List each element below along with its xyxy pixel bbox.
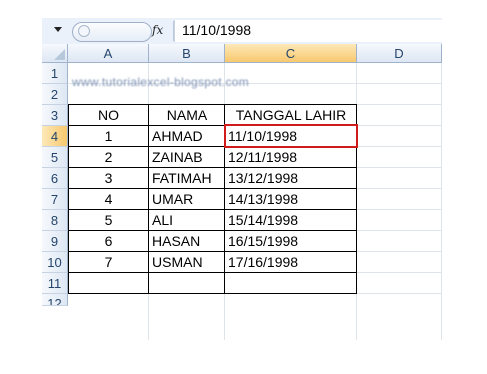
gridline (357, 230, 442, 231)
cell-a3[interactable]: NO (68, 105, 149, 126)
row-header-6[interactable]: 6 (42, 168, 68, 189)
cell-a8[interactable]: 5 (68, 210, 149, 231)
cell-a6[interactable]: 3 (68, 168, 149, 189)
cell-a5[interactable]: 2 (68, 147, 149, 168)
gridline (357, 209, 442, 210)
cell-c9[interactable]: 16/15/1998 (225, 231, 357, 252)
cell-b10[interactable]: USMAN (149, 252, 225, 273)
row-header-9[interactable]: 9 (42, 231, 68, 252)
cell-b5[interactable]: ZAINAB (149, 147, 225, 168)
cell-b9[interactable]: HASAN (149, 231, 225, 252)
gridline (357, 146, 442, 147)
cell-c6[interactable]: 13/12/1998 (225, 168, 357, 189)
row-header-5[interactable]: 5 (42, 147, 68, 168)
cell-a9[interactable]: 6 (68, 231, 149, 252)
cell-b8[interactable]: ALI (149, 210, 225, 231)
gridline (357, 125, 442, 126)
cell-b6[interactable]: FATIMAH (149, 168, 225, 189)
column-header-d[interactable]: D (357, 44, 442, 63)
insert-function-icon[interactable]: fx (152, 23, 163, 37)
row-header-3[interactable]: 3 (42, 105, 68, 126)
column-header-b[interactable]: B (149, 44, 225, 63)
cell-a7[interactable]: 4 (68, 189, 149, 210)
cell-a10[interactable]: 7 (68, 252, 149, 273)
formula-cancel-icon[interactable] (78, 25, 90, 37)
column-header-c[interactable]: C (225, 44, 357, 63)
row-header-1[interactable]: 1 (42, 63, 68, 84)
gridline (357, 251, 442, 252)
gridline (357, 167, 442, 168)
active-cell-selection[interactable] (224, 124, 358, 148)
row-header-11[interactable]: 11 (42, 273, 68, 294)
select-all-button[interactable] (42, 44, 68, 63)
row-header-12[interactable]: 12 (42, 294, 68, 306)
cell-c10[interactable]: 17/16/1998 (225, 252, 357, 273)
cell-c3[interactable]: TANGGAL LAHIR (225, 105, 357, 126)
column-header-a[interactable]: A (68, 44, 149, 63)
cell-c8[interactable]: 15/14/1998 (225, 210, 357, 231)
row-header-8[interactable]: 8 (42, 210, 68, 231)
spreadsheet: fx 11/10/1998 A B C D 1 2 3 4 5 6 7 8 9 … (42, 18, 442, 340)
select-all-icon (54, 49, 65, 60)
cell-b7[interactable]: UMAR (149, 189, 225, 210)
cell-b4[interactable]: AHMAD (149, 126, 225, 147)
cell-c7[interactable]: 14/13/1998 (225, 189, 357, 210)
row-header-10[interactable]: 10 (42, 252, 68, 273)
namebox-dropdown-icon[interactable] (54, 27, 62, 32)
row-header-4[interactable]: 4 (42, 126, 68, 147)
gridline (357, 188, 442, 189)
gridline (357, 272, 442, 273)
cell-a4[interactable]: 1 (68, 126, 149, 147)
row1-text[interactable]: www.tutorialexcel-blogspot.com (72, 75, 249, 89)
gridline (441, 63, 442, 340)
row-header-7[interactable]: 7 (42, 189, 68, 210)
cell-b3[interactable]: NAMA (149, 105, 225, 126)
cell-c5[interactable]: 12/11/1998 (225, 147, 357, 168)
formula-value[interactable]: 11/10/1998 (182, 22, 251, 38)
formula-bar: fx 11/10/1998 (42, 18, 442, 45)
row-header-2[interactable]: 2 (42, 84, 68, 105)
